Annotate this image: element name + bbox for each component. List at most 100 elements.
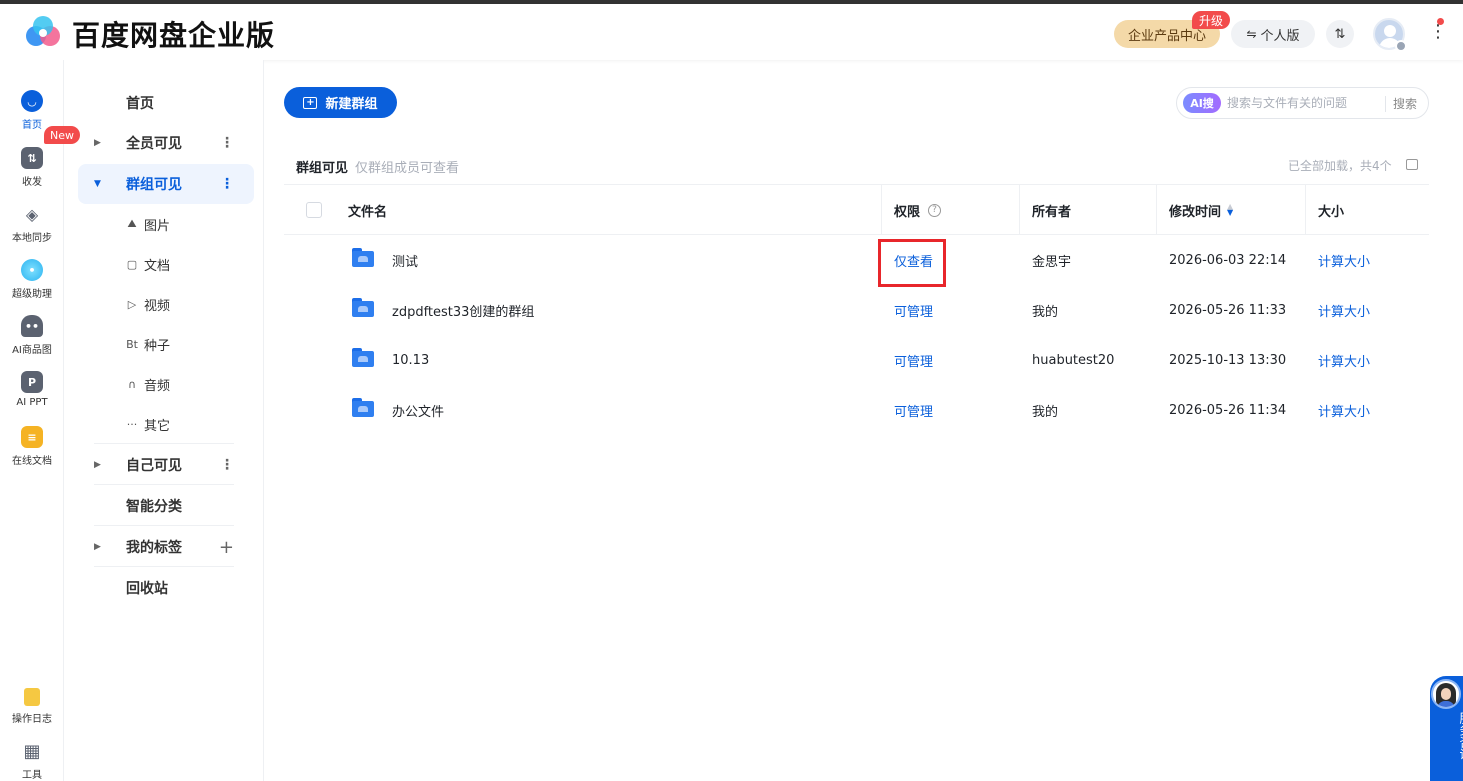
divider — [94, 443, 234, 444]
service-consult-button[interactable]: 服务咨询 — [1430, 676, 1463, 781]
table-row[interactable]: 办公文件 可管理 我的 2026-05-26 11:34 计算大小 — [284, 385, 1429, 435]
modified-value: 2026-06-03 22:14 — [1169, 252, 1287, 268]
owner-value: huabutest20 — [1032, 352, 1115, 368]
table-header: 文件名 权限 ? 所有者 修改时间 ▲ ▼ 大小 — [284, 184, 1429, 235]
sidebar-sub-torrents[interactable]: Bt 种子 — [124, 329, 170, 359]
sidebar-sub-docs[interactable]: ▢ 文档 — [124, 249, 170, 279]
doc-icon: ≡ — [21, 426, 43, 448]
calc-size-link[interactable]: 计算大小 — [1318, 385, 1370, 435]
permission-value[interactable]: 可管理 — [894, 285, 933, 335]
caret-right-icon: ▶ — [94, 542, 101, 552]
log-icon — [24, 688, 40, 706]
file-icon: ▢ — [126, 257, 138, 271]
ai-search-tag: AI搜 — [1183, 93, 1221, 113]
file-name[interactable]: 办公文件 — [392, 385, 444, 435]
table-row[interactable]: 10.13 可管理 huabutest20 2025-10-13 13:30 计… — [284, 335, 1429, 385]
sidebar-item-my-tags[interactable]: ▶ 我的标签 + — [78, 527, 254, 567]
modified-value: 2026-05-26 11:34 — [1169, 402, 1287, 418]
caret-down-icon: ▼ — [94, 179, 101, 189]
sidebar-sub-others[interactable]: ··· 其它 — [124, 409, 170, 439]
left-rail: ◡ 首页 ⇅ 收发 ◈ 本地同步 • 超级助理 •• AI商品图 P AI PP… — [0, 60, 64, 781]
add-tag-icon[interactable]: + — [219, 537, 234, 558]
search-input[interactable] — [1227, 93, 1377, 113]
column-size[interactable]: 大小 — [1318, 185, 1344, 235]
sidebar-item-group-visible[interactable]: ▼ 群组可见 ⋮ — [78, 164, 254, 204]
home-icon: ◡ — [21, 90, 43, 112]
rail-item-tools[interactable]: ▦ 工具 — [0, 740, 64, 781]
kebab-icon[interactable]: ⋮ — [220, 176, 234, 192]
rail-item-ai-product[interactable]: •• AI商品图 — [0, 315, 64, 356]
select-all-checkbox[interactable] — [306, 202, 322, 218]
divider — [94, 566, 234, 567]
sidebar-item-self-visible[interactable]: ▶ 自己可见 ⋮ — [78, 445, 254, 485]
table-row[interactable]: zdpdftest33创建的群组 可管理 我的 2026-05-26 11:33… — [284, 285, 1429, 335]
column-modified[interactable]: 修改时间 ▲ ▼ — [1169, 185, 1233, 235]
audio-icon: ∩ — [127, 377, 137, 391]
kebab-icon[interactable]: ⋮ — [220, 135, 234, 151]
agent-avatar-icon — [1431, 679, 1461, 709]
permission-value[interactable]: 可管理 — [894, 385, 933, 435]
sidebar: 首页 ▶ 全员可见 ⋮ ▼ 群组可见 ⋮ ⛰ 图片 ▢ 文档 ▷ 视频 Bt 种… — [64, 60, 264, 781]
load-status: 已全部加载，共4个 — [1288, 159, 1392, 173]
rail-item-ai-ppt[interactable]: P AI PPT — [0, 371, 64, 408]
calc-size-link[interactable]: 计算大小 — [1318, 335, 1370, 385]
file-name[interactable]: zdpdftest33创建的群组 — [392, 285, 534, 335]
caret-right-icon: ▶ — [94, 138, 101, 148]
column-owner[interactable]: 所有者 — [1032, 185, 1071, 235]
owner-value: 金思宇 — [1032, 254, 1072, 270]
file-name[interactable]: 10.13 — [392, 335, 429, 385]
add-folder-icon: + — [303, 96, 318, 109]
table-row[interactable]: 测试 仅查看 金思宇 2026-06-03 22:14 计算大小 — [284, 235, 1429, 285]
group-folder-icon — [352, 348, 374, 367]
ppt-icon: P — [21, 371, 43, 393]
app-header: 百度网盘企业版 企业产品中心 升级 ⇋ 个人版 ⇅ ⋮ — [0, 4, 1463, 60]
divider — [94, 525, 234, 526]
ai-product-icon: •• — [21, 315, 43, 337]
rail-item-transfer[interactable]: ⇅ 收发 — [0, 147, 64, 188]
transfer-list-button[interactable]: ⇅ — [1326, 20, 1354, 48]
assistant-icon: • — [21, 259, 43, 281]
column-permission[interactable]: 权限 ? — [894, 185, 942, 235]
modified-value: 2025-10-13 13:30 — [1169, 352, 1287, 368]
kebab-icon[interactable]: ⋮ — [220, 457, 234, 473]
rail-item-assistant[interactable]: • 超级助理 — [0, 259, 64, 300]
other-icon: ··· — [126, 417, 138, 431]
modified-value: 2026-05-26 11:33 — [1169, 302, 1287, 318]
video-icon: ▷ — [127, 297, 137, 311]
filter-description: 仅群组成员可查看 — [355, 161, 460, 176]
torrent-icon: Bt — [126, 337, 138, 351]
sidebar-sub-videos[interactable]: ▷ 视频 — [124, 289, 170, 319]
more-menu-icon[interactable]: ⋮ — [1429, 22, 1447, 42]
sidebar-item-recycle-bin[interactable]: 回收站 — [78, 568, 254, 608]
rail-item-home[interactable]: ◡ 首页 — [0, 90, 64, 131]
divider — [94, 484, 234, 485]
rail-item-log[interactable]: 操作日志 — [0, 688, 64, 725]
sync-icon: ◈ — [25, 204, 39, 224]
rail-item-local-sync[interactable]: ◈ 本地同步 — [0, 203, 64, 245]
new-badge: New — [44, 126, 80, 144]
calc-size-link[interactable]: 计算大小 — [1318, 285, 1370, 335]
sidebar-item-all-visible[interactable]: ▶ 全员可见 ⋮ — [78, 123, 254, 163]
personal-edition-button[interactable]: ⇋ 个人版 — [1231, 20, 1315, 48]
group-folder-icon — [352, 248, 374, 267]
permission-value[interactable]: 可管理 — [894, 335, 933, 385]
rail-item-online-doc[interactable]: ≡ 在线文档 — [0, 426, 64, 467]
highlight-box — [878, 239, 946, 287]
sidebar-sub-images[interactable]: ⛰ 图片 — [124, 209, 170, 239]
sidebar-item-home[interactable]: 首页 — [78, 83, 254, 123]
service-consult-label: 服务咨询 — [1458, 712, 1463, 760]
help-icon[interactable]: ? — [928, 203, 942, 217]
main-content: + 新建群组 AI搜 搜索 群组可见 仅群组成员可查看 已全部加载，共4个 文件… — [264, 60, 1463, 781]
new-group-button[interactable]: + 新建群组 — [284, 87, 397, 118]
sidebar-sub-audio[interactable]: ∩ 音频 — [124, 369, 170, 399]
column-name[interactable]: 文件名 — [348, 185, 387, 235]
sidebar-item-smart-category[interactable]: 智能分类 — [78, 486, 254, 526]
view-toggle-icon[interactable] — [1406, 159, 1418, 170]
calc-size-link[interactable]: 计算大小 — [1318, 235, 1370, 285]
owner-value: 我的 — [1032, 304, 1059, 320]
image-icon: ⛰ — [127, 217, 137, 230]
search-button[interactable]: 搜索 — [1393, 95, 1417, 112]
owner-value: 我的 — [1032, 404, 1059, 420]
file-name[interactable]: 测试 — [392, 235, 418, 285]
personal-edition-label: 个人版 — [1260, 28, 1300, 44]
